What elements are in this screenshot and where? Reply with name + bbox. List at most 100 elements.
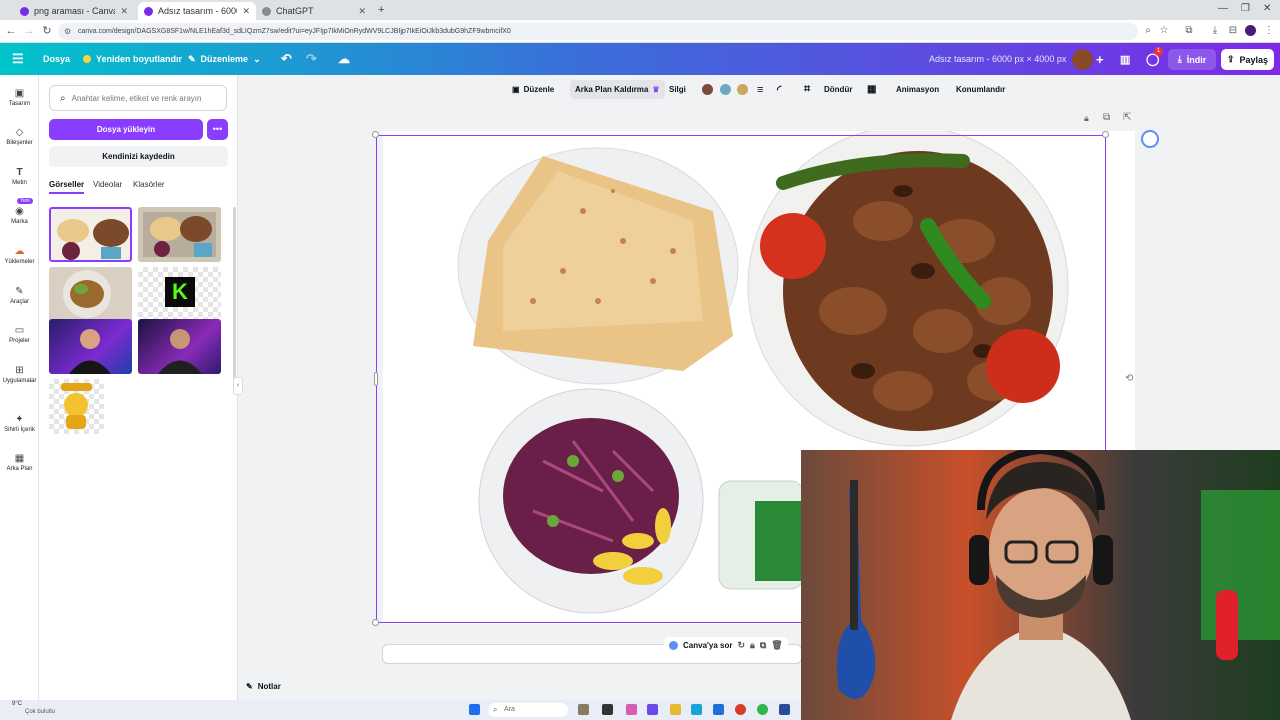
back-icon[interactable]: ←	[4, 24, 18, 38]
rail-item-elements[interactable]: ◇ Bileşenler	[0, 126, 39, 146]
color-swatch[interactable]	[702, 84, 713, 95]
close-tab-icon[interactable]: ✕	[358, 6, 366, 17]
transparency-icon[interactable]: ▦	[867, 75, 876, 104]
upload-thumbnail[interactable]	[49, 207, 132, 262]
insights-chart-icon[interactable]: ▥	[1120, 43, 1130, 75]
resize-handle[interactable]	[1102, 131, 1109, 138]
browser-menu-icon[interactable]: ⋮	[1262, 24, 1276, 38]
rotate-handle-icon[interactable]: ⟲	[1125, 373, 1133, 384]
rail-item-projects[interactable]: ▭ Projeler	[0, 324, 39, 344]
eraser-button[interactable]: Silgi	[669, 75, 686, 104]
app-icon[interactable]	[647, 704, 658, 715]
resize-button[interactable]: Yeniden boyutlandır	[83, 43, 182, 75]
collapse-panel-icon[interactable]: ‹	[233, 377, 243, 395]
weather-desc[interactable]: Çok bulutlu	[25, 709, 55, 715]
corner-rounding-icon[interactable]: ◜	[777, 75, 781, 104]
color-swatch[interactable]	[720, 84, 731, 95]
reload-icon[interactable]: ↻	[40, 24, 54, 38]
close-tab-icon[interactable]: ✕	[242, 6, 250, 17]
edit-image-button[interactable]: ▣ Düzenle	[512, 75, 554, 104]
ask-canva-button[interactable]: Canva'ya sor ↻ 🔒︎ ⧉ 🗑︎	[664, 637, 788, 654]
copy-icon[interactable]: ⧉	[760, 640, 766, 651]
tab-search-icon[interactable]: ⊟	[1226, 24, 1240, 38]
editing-mode-dropdown[interactable]: ✎ Düzenleme ⌄	[188, 43, 261, 75]
search-input[interactable]: ⌕ Anahtar kelime, etiket ve renk arayın	[49, 85, 227, 111]
task-view-icon[interactable]	[602, 704, 613, 715]
downloads-icon[interactable]: ⤓	[1208, 24, 1222, 38]
address-bar[interactable]: ⚙ canva.com/design/DAGSXG8SF1w/NLE1hEaf3…	[58, 23, 1138, 40]
browser-tab[interactable]: png araması - Canva ✕	[14, 2, 134, 20]
upload-thumbnail[interactable]	[49, 319, 132, 374]
app-icon[interactable]	[779, 704, 790, 715]
record-yourself-button[interactable]: Kendinizi kaydedin	[49, 146, 228, 167]
design-title[interactable]: Adsız tasarım - 6000 px × 4000 px	[929, 43, 1066, 75]
rail-item-brand[interactable]: ◉ Marka	[0, 205, 39, 225]
upload-thumbnail[interactable]: K	[138, 267, 221, 322]
refresh-icon[interactable]: ↻	[737, 640, 745, 651]
edge-icon[interactable]	[691, 704, 702, 715]
panel-scrollbar[interactable]	[233, 207, 236, 387]
maximize-icon[interactable]: ❐	[1241, 3, 1250, 14]
user-avatar[interactable]	[1072, 49, 1093, 70]
lock-icon[interactable]: 🔒︎	[1084, 113, 1089, 124]
notes-button[interactable]: ✎ Notlar	[238, 676, 801, 696]
extensions-icon[interactable]: ⧉	[1182, 24, 1196, 38]
cloud-saved-icon[interactable]: ☁	[338, 43, 350, 75]
download-button[interactable]: ⤓ İndir	[1168, 49, 1216, 70]
add-collaborator-icon[interactable]: +	[1096, 43, 1104, 75]
browser-tab-active[interactable]: Adsız tasarım - 6000 × 4000 px ✕	[138, 2, 256, 20]
file-menu[interactable]: Dosya	[43, 43, 70, 75]
upload-thumbnail[interactable]	[138, 207, 221, 262]
hamburger-icon[interactable]: ☰	[12, 43, 24, 75]
rotate-button[interactable]: Döndür	[824, 75, 852, 104]
app-icon[interactable]	[626, 704, 637, 715]
magic-assistant-icon[interactable]	[1141, 130, 1159, 148]
rail-item-text[interactable]: T Metin	[0, 166, 39, 186]
border-style-icon[interactable]: ≡	[757, 75, 763, 104]
tab-images[interactable]: Görseller	[49, 180, 85, 194]
close-tab-icon[interactable]: ✕	[120, 6, 128, 17]
site-info-icon[interactable]: ⚙	[64, 23, 71, 40]
rail-item-uploads[interactable]: ☁ Yüklemeler	[0, 245, 39, 265]
trash-icon[interactable]: 🗑︎	[771, 640, 782, 651]
crop-icon[interactable]: ⌗	[804, 75, 810, 104]
weather-temp[interactable]: 9°C	[12, 701, 22, 707]
zoom-icon[interactable]: ⌕	[1141, 24, 1155, 38]
browser-tab[interactable]: ChatGPT ✕	[256, 2, 372, 20]
chrome-icon[interactable]	[735, 704, 746, 715]
rail-item-magic-media[interactable]: ✦ Sihirli İçerik	[0, 413, 39, 433]
animate-button[interactable]: Animasyon	[896, 75, 939, 104]
resize-handle[interactable]	[372, 131, 379, 138]
rail-item-tools[interactable]: ✎ Araçlar	[0, 285, 39, 305]
tab-folders[interactable]: Klasörler	[133, 180, 165, 189]
background-remover-button[interactable]: Arka Plan Kaldırma ♛	[570, 80, 665, 99]
position-button[interactable]: Konumlandır	[956, 75, 1005, 104]
undo-icon[interactable]: ↶	[281, 43, 292, 75]
rail-item-apps[interactable]: ⊞ Uygulamalar	[0, 364, 39, 384]
rail-item-background[interactable]: ▦ Arka Plan	[0, 452, 39, 472]
file-explorer-icon[interactable]	[670, 704, 681, 715]
resize-handle[interactable]	[372, 619, 379, 626]
close-window-icon[interactable]: ✕	[1263, 3, 1271, 14]
upload-file-button[interactable]: Dosya yükleyin	[49, 119, 203, 140]
profile-avatar[interactable]	[1245, 25, 1256, 36]
forward-icon[interactable]: →	[22, 24, 36, 38]
tab-videos[interactable]: Videolar	[93, 180, 122, 189]
rail-item-design[interactable]: ▣ Tasarım	[0, 87, 39, 107]
lock-icon[interactable]: 🔒︎	[750, 640, 755, 651]
duplicate-page-icon[interactable]: ⧉	[1103, 112, 1110, 123]
app-icon[interactable]	[713, 704, 724, 715]
new-tab-button[interactable]: +	[378, 4, 384, 16]
app-icon[interactable]	[757, 704, 768, 715]
side-handle[interactable]	[374, 372, 378, 386]
bookmark-star-icon[interactable]: ☆	[1157, 24, 1171, 38]
widgets-icon[interactable]	[578, 704, 589, 715]
add-page-icon[interactable]: ⇱	[1123, 112, 1131, 123]
upload-thumbnail[interactable]	[49, 267, 132, 322]
share-button[interactable]: ⇪ Paylaş	[1221, 49, 1274, 70]
more-options-icon[interactable]: •••	[207, 119, 228, 140]
windows-start-icon[interactable]	[469, 704, 480, 715]
color-swatch[interactable]	[737, 84, 748, 95]
minimize-icon[interactable]: —	[1218, 3, 1228, 14]
upload-thumbnail[interactable]	[138, 319, 221, 374]
